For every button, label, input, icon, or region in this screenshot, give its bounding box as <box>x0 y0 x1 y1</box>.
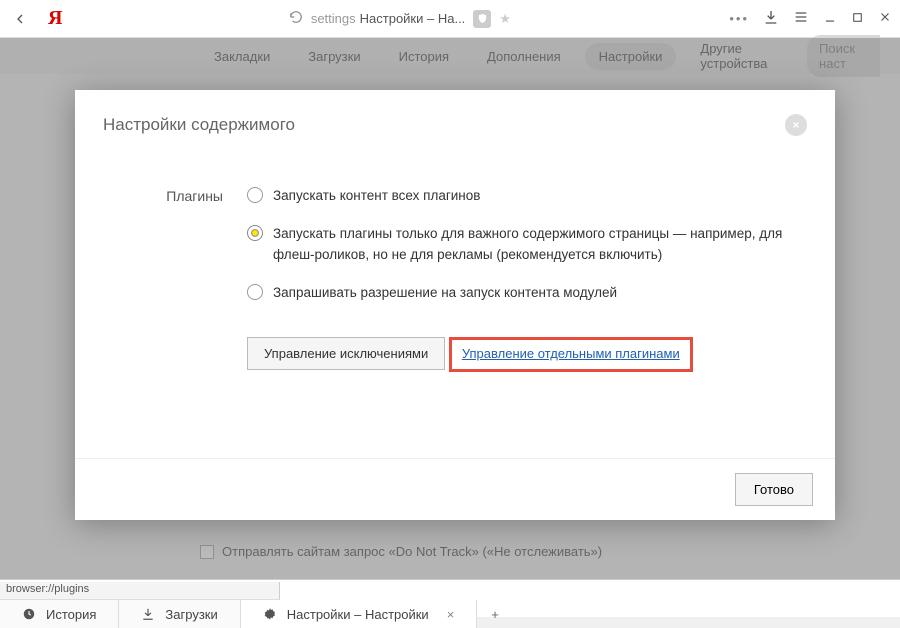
plugins-radio-run-all[interactable]: Запускать контент всех плагинов <box>247 186 793 206</box>
status-bar: browser://plugins <box>0 582 280 600</box>
radio-icon[interactable] <box>247 284 263 300</box>
maximize-button[interactable] <box>851 11 864 27</box>
browser-tabs: История Загрузки Настройки – Настройки ×… <box>0 600 900 628</box>
bookmark-star-icon[interactable]: ★ <box>499 11 511 27</box>
new-tab-button[interactable]: + <box>477 600 513 628</box>
done-button[interactable]: Готово <box>735 473 813 506</box>
reload-icon[interactable] <box>289 10 303 27</box>
tab-history[interactable]: История <box>0 600 119 628</box>
address-bar[interactable]: settings Настройки – На... ★ <box>78 10 721 28</box>
plugins-section-label: Плагины <box>103 186 223 458</box>
radio-label: Запускать плагины только для важного сод… <box>273 224 793 265</box>
downloads-icon[interactable] <box>763 9 779 28</box>
yandex-logo[interactable]: Я <box>48 7 62 30</box>
plugins-radio-ask[interactable]: Запрашивать разрешение на запуск контент… <box>247 283 793 303</box>
radio-icon[interactable] <box>247 225 263 241</box>
highlighted-link-box: Управление отдельными плагинами <box>449 337 693 372</box>
content-settings-modal: Настройки содержимого Плагины Запускать … <box>75 90 835 520</box>
address-text: settings Настройки – На... <box>311 11 465 26</box>
modal-title: Настройки содержимого <box>103 115 295 135</box>
download-icon <box>141 607 155 621</box>
close-window-button[interactable] <box>878 10 892 27</box>
tab-label: История <box>46 607 96 622</box>
more-icon[interactable]: ••• <box>729 11 749 26</box>
back-button[interactable] <box>8 7 32 31</box>
gear-icon <box>263 607 277 621</box>
protect-badge-icon[interactable] <box>473 10 491 28</box>
manage-individual-plugins-link[interactable]: Управление отдельными плагинами <box>462 346 680 361</box>
radio-icon[interactable] <box>247 187 263 203</box>
tab-label: Загрузки <box>165 607 217 622</box>
radio-label: Запускать контент всех плагинов <box>273 186 480 206</box>
manage-exceptions-button[interactable]: Управление исключениями <box>247 337 445 370</box>
modal-close-button[interactable] <box>785 114 807 136</box>
tab-close-icon[interactable]: × <box>447 607 455 622</box>
plugins-radio-important-only[interactable]: Запускать плагины только для важного сод… <box>247 224 793 265</box>
menu-icon[interactable] <box>793 9 809 28</box>
minimize-button[interactable] <box>823 10 837 27</box>
tab-downloads[interactable]: Загрузки <box>119 600 240 628</box>
tab-settings[interactable]: Настройки – Настройки × <box>241 600 478 628</box>
browser-titlebar: Я settings Настройки – На... ★ ••• <box>0 0 900 38</box>
radio-label: Запрашивать разрешение на запуск контент… <box>273 283 617 303</box>
modal-scroll[interactable]: Плагины Запускать контент всех плагинов … <box>103 156 823 458</box>
bottom-area: browser://plugins История Загрузки Настр… <box>0 579 900 617</box>
tab-label: Настройки – Настройки <box>287 607 429 622</box>
clock-icon <box>22 607 36 621</box>
